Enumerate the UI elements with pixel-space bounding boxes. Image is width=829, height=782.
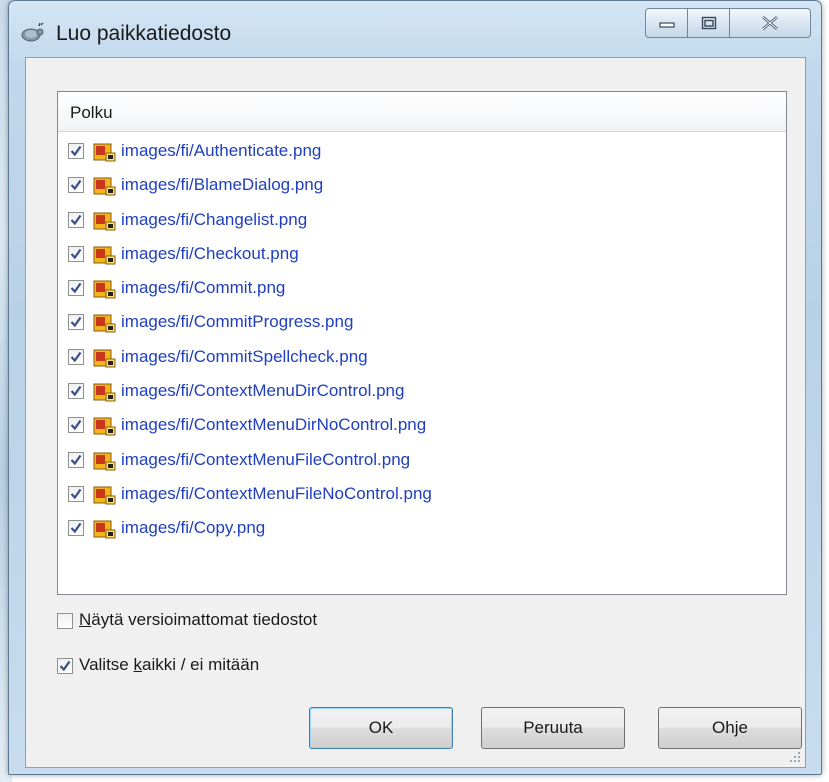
tortoise-icon [21, 22, 44, 42]
ok-button[interactable]: OK [309, 707, 453, 749]
list-item-path: images/fi/ContextMenuDirControl.png [121, 381, 405, 401]
close-icon [762, 16, 778, 30]
list-item-checkbox[interactable] [68, 417, 84, 434]
list-item[interactable]: images/fi/ContextMenuDirNoControl.png [58, 409, 786, 443]
list-item-path: images/fi/Commit.png [121, 278, 286, 298]
show-unversioned-checkbox[interactable] [57, 613, 73, 629]
list-item[interactable]: images/fi/Copy.png [58, 512, 786, 546]
cancel-button[interactable]: Peruuta [481, 707, 625, 749]
modified-image-file-icon [93, 383, 116, 402]
list-item-path: images/fi/CommitSpellcheck.png [121, 346, 368, 366]
list-item[interactable]: images/fi/ContextMenuDirControl.png [58, 375, 786, 409]
modified-image-file-icon [93, 520, 116, 539]
list-item-path: images/fi/CommitProgress.png [121, 312, 354, 332]
list-item-checkbox[interactable] [68, 314, 84, 331]
list-item-path: images/fi/Checkout.png [121, 243, 299, 263]
modified-image-file-icon [93, 177, 116, 196]
list-item-checkbox[interactable] [68, 348, 84, 365]
list-item-checkbox[interactable] [68, 177, 84, 194]
minimize-icon [658, 22, 675, 28]
list-item[interactable]: images/fi/ContextMenuFileNoControl.png [58, 478, 786, 512]
list-item-checkbox[interactable] [68, 211, 84, 228]
close-button[interactable] [729, 8, 811, 38]
list-item-checkbox[interactable] [68, 383, 84, 400]
checkmark-icon [59, 660, 71, 672]
checkmark-icon [70, 214, 82, 225]
list-item[interactable]: images/fi/ContextMenuFileControl.png [58, 444, 786, 478]
column-header-path[interactable]: Polku [58, 92, 786, 132]
list-item-checkbox[interactable] [68, 485, 84, 502]
list-item-path: images/fi/ContextMenuFileControl.png [121, 449, 411, 469]
checkmark-icon [70, 523, 82, 534]
checkmark-icon [70, 145, 82, 157]
modified-image-file-icon [93, 349, 116, 368]
list-item-checkbox[interactable] [68, 143, 84, 159]
list-item-path: images/fi/BlameDialog.png [121, 175, 324, 195]
list-item-checkbox[interactable] [68, 245, 84, 262]
checkmark-icon [70, 180, 82, 191]
checkmark-icon [70, 488, 82, 500]
dialog-window: Luo paikkatiedosto Polku images/fi/Authe… [8, 0, 822, 775]
file-list[interactable]: Polku images/fi/Authenticate.png images/f… [57, 91, 787, 595]
list-item[interactable]: images/fi/CommitSpellcheck.png [58, 341, 786, 375]
maximize-button[interactable] [687, 8, 730, 38]
list-item-checkbox[interactable] [68, 451, 84, 468]
list-item-path: images/fi/Authenticate.png [121, 141, 322, 160]
list-item-path: images/fi/Copy.png [121, 518, 266, 538]
window-title: Luo paikkatiedosto [56, 22, 232, 45]
list-item-path: images/fi/Changelist.png [121, 209, 308, 229]
minimize-button[interactable] [645, 8, 688, 38]
help-button[interactable]: Ohje [658, 707, 802, 749]
checkmark-icon [70, 317, 82, 328]
checkmark-icon [70, 248, 82, 260]
list-item[interactable]: images/fi/CommitProgress.png [58, 306, 786, 340]
list-item-checkbox[interactable] [68, 520, 84, 537]
modified-image-file-icon [93, 246, 116, 265]
modified-image-file-icon [93, 314, 116, 333]
column-header-label: Polku [70, 103, 113, 122]
modified-image-file-icon [93, 143, 116, 162]
list-item-path: images/fi/ContextMenuDirNoControl.png [121, 415, 427, 435]
modified-image-file-icon [93, 417, 116, 436]
list-item[interactable]: images/fi/Changelist.png [58, 204, 786, 238]
modified-image-file-icon [93, 212, 116, 231]
list-item-checkbox[interactable] [68, 280, 84, 297]
checkmark-icon [70, 454, 82, 465]
list-item-path: images/fi/ContextMenuFileNoControl.png [121, 483, 432, 503]
checkmark-icon [70, 283, 82, 294]
show-unversioned-label: Näytä versioimattomat tiedostot [79, 610, 318, 629]
list-item[interactable]: images/fi/Authenticate.png [58, 135, 786, 169]
select-all-label: Valitse kaikki / ei mitään [79, 655, 260, 674]
title-bar[interactable]: Luo paikkatiedosto [9, 1, 821, 57]
checkmark-icon [70, 351, 82, 363]
resize-grip-icon[interactable] [789, 751, 801, 763]
modified-image-file-icon [93, 452, 116, 471]
list-item[interactable]: images/fi/BlameDialog.png [58, 169, 786, 203]
modified-image-file-icon [93, 486, 116, 505]
file-list-rows: images/fi/Authenticate.png images/fi/Blam… [58, 135, 786, 547]
list-item[interactable]: images/fi/Commit.png [58, 272, 786, 306]
select-all-checkbox[interactable] [57, 658, 73, 674]
maximize-icon [701, 16, 716, 30]
dialog-client-area: Polku images/fi/Authenticate.png images/f… [25, 57, 806, 768]
checkmark-icon [70, 385, 82, 397]
checkmark-icon [70, 420, 82, 431]
modified-image-file-icon [93, 280, 116, 299]
list-item[interactable]: images/fi/Checkout.png [58, 238, 786, 272]
